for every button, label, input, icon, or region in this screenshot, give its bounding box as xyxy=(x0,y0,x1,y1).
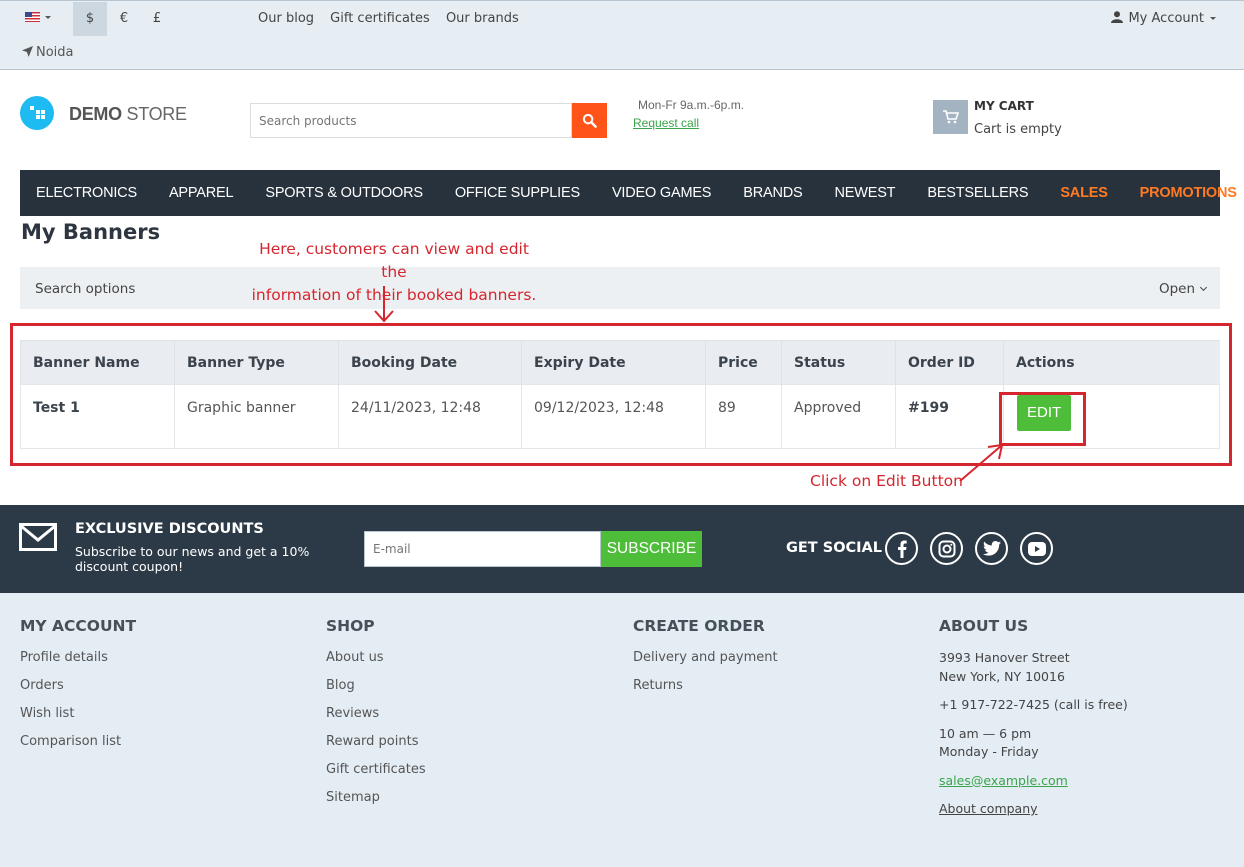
footer-create-order: CREATE ORDER Delivery and payment Return… xyxy=(633,617,778,705)
footer-link-blog[interactable]: Blog xyxy=(326,677,426,695)
cart-status: Cart is empty xyxy=(974,122,1062,137)
annotation-arrow-icon xyxy=(959,443,1004,482)
newsletter-bar: EXCLUSIVE DISCOUNTS Subscribe to our new… xyxy=(0,505,1244,593)
my-account-label: My Account xyxy=(1128,11,1204,26)
subscribe-button[interactable]: SUBSCRIBE xyxy=(601,531,702,567)
toggle-label: Open xyxy=(1158,281,1195,297)
request-call-link[interactable]: Request call xyxy=(633,116,699,130)
footer-link-gift-certificates[interactable]: Gift certificates xyxy=(326,761,426,779)
footer-link-wish-list[interactable]: Wish list xyxy=(20,705,136,723)
working-hours: Mon-Fr 9a.m.-6p.m. xyxy=(638,98,745,112)
our-blog-link[interactable]: Our blog xyxy=(258,11,314,26)
footer-email-link[interactable]: sales@example.com xyxy=(939,773,1068,788)
youtube-link[interactable] xyxy=(1020,532,1053,565)
chevron-down-icon xyxy=(1199,283,1208,292)
our-brands-link[interactable]: Our brands xyxy=(446,11,519,26)
footer-link-delivery-payment[interactable]: Delivery and payment xyxy=(633,649,778,667)
newsletter-title: EXCLUSIVE DISCOUNTS xyxy=(75,521,264,537)
account-caret-icon xyxy=(1210,17,1216,20)
instagram-icon xyxy=(938,540,955,557)
currency-eur[interactable]: € xyxy=(107,2,141,36)
youtube-icon xyxy=(1027,541,1046,556)
footer-hours: 10 am — 6 pm Monday - Friday xyxy=(939,725,1128,762)
search-input[interactable] xyxy=(250,103,572,138)
annotation-edit-note: Click on Edit Button xyxy=(810,472,963,490)
annotation-line-1: Here, customers can view and edit the xyxy=(259,240,529,281)
footer: MY ACCOUNT Profile details Orders Wish l… xyxy=(0,593,1244,867)
annotation-edit-highlight xyxy=(999,392,1086,446)
nav-video-games[interactable]: VIDEO GAMES xyxy=(612,185,712,201)
page-title: My Banners xyxy=(21,220,161,244)
hours-line-2: Monday - Friday xyxy=(939,744,1039,759)
nav-office-supplies[interactable]: OFFICE SUPPLIES xyxy=(455,185,580,201)
footer-create-order-title: CREATE ORDER xyxy=(633,617,765,635)
footer-phone: +1 917-722-7425 (call is free) xyxy=(939,697,1128,712)
main-nav: ELECTRONICS APPAREL SPORTS & OUTDOORS OF… xyxy=(20,170,1237,216)
twitter-icon xyxy=(982,541,1001,556)
footer-about-us: ABOUT US 3993 Hanover Street New York, N… xyxy=(939,617,1128,829)
nav-sports-outdoors[interactable]: SPORTS & OUTDOORS xyxy=(265,185,423,201)
location-selector[interactable]: Noida xyxy=(22,45,74,60)
search-button[interactable] xyxy=(572,103,607,138)
footer-link-profile-details[interactable]: Profile details xyxy=(20,649,136,667)
top-bar: $ € £ Our blog Gift certificates Our bra… xyxy=(0,0,1244,70)
store-logo-text[interactable]: DEMO STORE xyxy=(69,104,187,125)
language-caret-icon[interactable] xyxy=(45,16,51,19)
search-options-toggle[interactable]: Open xyxy=(1158,281,1208,297)
cart-button[interactable] xyxy=(933,100,968,134)
footer-link-sitemap[interactable]: Sitemap xyxy=(326,789,426,807)
logo-bold: DEMO xyxy=(69,104,122,124)
annotation-arrow-down-icon xyxy=(374,286,394,323)
nav-sales[interactable]: SALES xyxy=(1060,185,1108,201)
cart-title[interactable]: MY CART xyxy=(974,99,1034,113)
address-line-2: New York, NY 10016 xyxy=(939,668,1065,684)
user-icon xyxy=(1111,11,1124,23)
us-flag-icon[interactable] xyxy=(25,12,40,22)
newsletter-subtitle: Subscribe to our news and get a 10% disc… xyxy=(75,544,309,574)
footer-my-account: MY ACCOUNT Profile details Orders Wish l… xyxy=(20,617,136,761)
nav-promotions[interactable]: PROMOTIONS xyxy=(1140,185,1237,201)
footer-link-returns[interactable]: Returns xyxy=(633,677,778,695)
facebook-link[interactable] xyxy=(885,532,918,565)
currency-usd[interactable]: $ xyxy=(73,2,107,36)
footer-link-comparison-list[interactable]: Comparison list xyxy=(20,733,136,751)
footer-link-reward-points[interactable]: Reward points xyxy=(326,733,426,751)
twitter-link[interactable] xyxy=(975,532,1008,565)
footer-link-about-us[interactable]: About us xyxy=(326,649,426,667)
facebook-icon xyxy=(897,540,907,558)
search-options-panel[interactable]: Search options Open xyxy=(20,267,1220,309)
location-arrow-icon xyxy=(22,46,33,57)
newsletter-email-input[interactable] xyxy=(364,531,601,567)
store-logo-icon[interactable] xyxy=(20,96,54,130)
footer-my-account-title: MY ACCOUNT xyxy=(20,617,137,635)
footer-link-reviews[interactable]: Reviews xyxy=(326,705,426,723)
nav-newest[interactable]: NEWEST xyxy=(835,185,896,201)
top-links: Our blog Gift certificates Our brands xyxy=(258,11,519,26)
instagram-link[interactable] xyxy=(930,532,963,565)
newsletter-subtitle-line-2: discount coupon! xyxy=(75,559,184,574)
currency-gbp[interactable]: £ xyxy=(140,2,174,36)
nav-bestsellers[interactable]: BESTSELLERS xyxy=(927,185,1028,201)
footer-link-orders[interactable]: Orders xyxy=(20,677,136,695)
hours-line-1: 10 am — 6 pm xyxy=(939,725,1032,741)
footer-about-us-title: ABOUT US xyxy=(939,617,1029,635)
footer-address: 3993 Hanover Street New York, NY 10016 xyxy=(939,649,1128,686)
gift-certificates-link[interactable]: Gift certificates xyxy=(330,11,430,26)
footer-about-company-link[interactable]: About company xyxy=(939,801,1038,816)
logo-light: STORE xyxy=(126,104,187,124)
nav-brands[interactable]: BRANDS xyxy=(743,185,802,201)
search-icon xyxy=(582,113,597,128)
location-label: Noida xyxy=(36,45,74,60)
address-line-1: 3993 Hanover Street xyxy=(939,650,1070,665)
footer-shop-title: SHOP xyxy=(326,617,375,635)
cart-icon xyxy=(942,110,959,124)
social-title: GET SOCIAL xyxy=(786,540,883,556)
envelope-icon xyxy=(19,523,57,551)
footer-shop: SHOP About us Blog Reviews Reward points… xyxy=(326,617,426,817)
my-account-menu[interactable]: My Account xyxy=(1111,11,1216,26)
search-options-label: Search options xyxy=(35,281,136,297)
newsletter-subtitle-line-1: Subscribe to our news and get a 10% xyxy=(75,544,310,559)
nav-apparel[interactable]: APPAREL xyxy=(169,185,234,201)
nav-electronics[interactable]: ELECTRONICS xyxy=(36,185,137,201)
